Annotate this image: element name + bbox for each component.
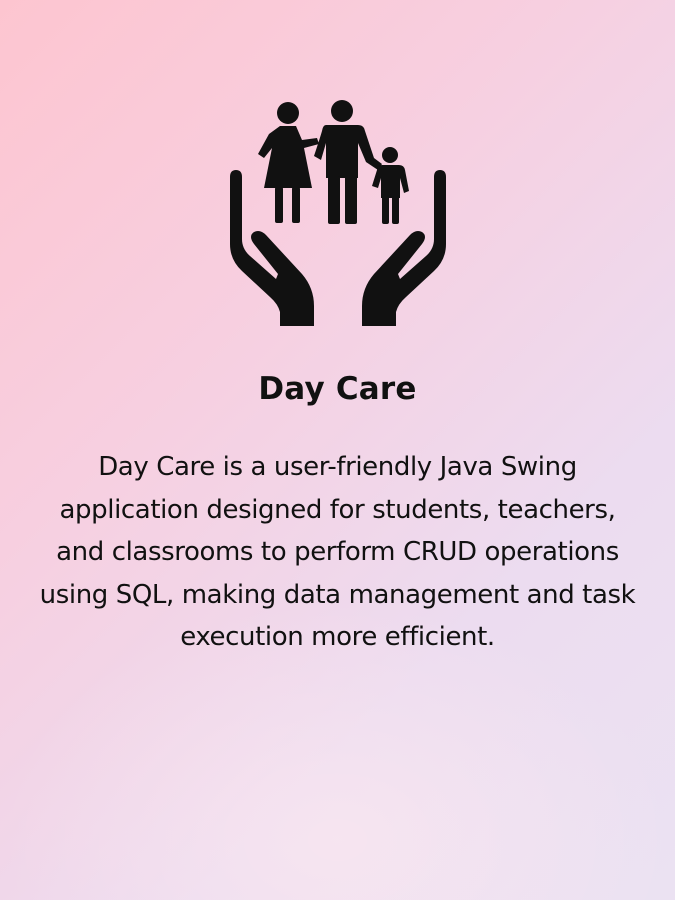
- description-line: Day Care is a user-friendly Java Swing: [98, 452, 577, 482]
- card-description: Day Care is a user-friendly Java Swing a…: [0, 446, 675, 659]
- description-line: application designed for students, teach…: [59, 494, 616, 525]
- description-line: using SQL, making data management and ta…: [39, 579, 636, 610]
- day-care-card: Day Care Day Care is a user-friendly Jav…: [0, 0, 675, 900]
- family-in-hands-icon: [230, 100, 446, 326]
- description-line: execution more efficient.: [180, 622, 495, 652]
- description-line: and classrooms to perform CRUD operation…: [56, 537, 619, 567]
- card-title: Day Care: [258, 371, 417, 407]
